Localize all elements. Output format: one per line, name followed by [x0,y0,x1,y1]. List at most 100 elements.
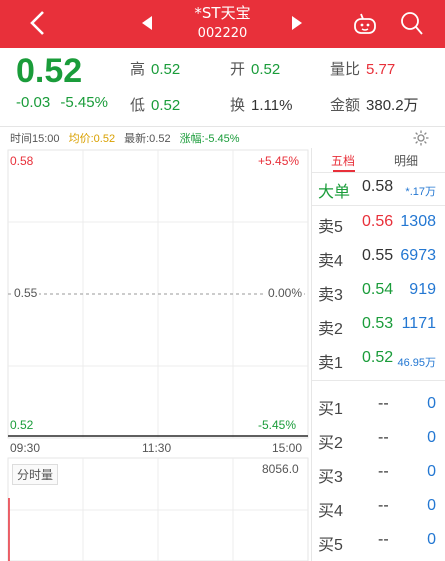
big-order-volume: *.17万 [405,186,436,198]
bid-row[interactable]: 买5 -- 0 [318,526,440,556]
bid-volume: 0 [427,395,436,412]
settings-gear-icon[interactable] [412,129,430,147]
bid-label: 买5 [318,537,343,554]
back-icon[interactable] [24,8,54,38]
bid-price: -- [378,429,389,446]
time-label-end: 15:00 [272,441,303,455]
bid-volume: 0 [427,429,436,446]
turnover-value: 1.11% [251,97,293,114]
bid-price: -- [378,497,389,514]
ask-volume: 1308 [400,213,436,230]
search-icon[interactable] [400,10,424,36]
volume-indicator-button[interactable]: 分时量 [12,464,59,485]
ask-label: 卖1 [318,355,343,372]
price-change: -0.03 -5.45% [16,94,108,111]
turnover-item: 换 1.11% [230,94,292,115]
top-bar: *ST天宝 002220 [0,0,445,48]
ask-row[interactable]: 卖2 0.53 1171 [318,310,440,340]
ask-label: 卖4 [318,253,343,270]
info-bar: 时间15:00 均价:0.52 最新:0.52 涨幅:-5.45% [10,130,246,146]
info-avg: 均价:0.52 [68,133,116,145]
pct-label-mid: 0.00% [266,286,305,300]
next-stock-icon[interactable] [290,14,304,32]
quote-divider [0,126,445,127]
info-latest: 最新:0.52 [124,133,171,145]
low-label: 低 [130,97,146,114]
pct-label-bottom: -5.45% [258,418,297,432]
prev-stock-icon[interactable] [140,14,154,32]
open-item: 开 0.52 [230,58,280,79]
ask-volume: 46.95万 [397,357,436,369]
ask-price: 0.52 [362,349,394,366]
big-order-divider [312,205,445,206]
change-percent: -5.45% [60,94,108,111]
low-item: 低 0.52 [130,94,180,115]
bid-label: 买1 [318,401,343,418]
ask-price: 0.53 [362,315,394,332]
low-value: 0.52 [151,97,181,114]
stock-code: 002220 [197,26,248,41]
bid-label: 买4 [318,503,343,520]
high-label: 高 [130,61,146,78]
time-label-start: 09:30 [10,441,41,455]
robot-icon[interactable] [352,12,378,36]
bid-volume: 0 [427,463,436,480]
stock-name: *ST天宝 [194,4,251,22]
big-order-label: 大单 [318,184,351,201]
ask-label: 卖5 [318,219,343,236]
ask-volume: 6973 [400,247,436,264]
time-label-mid: 11:30 [142,441,172,455]
high-item: 高 0.52 [130,58,180,79]
change-value: -0.03 [16,94,51,111]
info-time: 时间15:00 [10,133,60,145]
amount-item: 金额 380.2万 [330,94,419,115]
y-label-bottom: 0.52 [10,418,34,432]
bid-row[interactable]: 买2 -- 0 [318,424,440,454]
ask-volume: 919 [409,281,436,298]
panel-separator [311,148,312,561]
bid-label: 买2 [318,435,343,452]
amount-label: 金额 [330,97,361,114]
volume-ratio-item: 量比 5.77 [330,58,395,79]
y-label-mid: 0.55 [12,286,40,300]
turnover-label: 换 [230,97,246,114]
high-value: 0.52 [151,61,181,78]
bid-volume: 0 [427,497,436,514]
bid-row[interactable]: 买4 -- 0 [318,492,440,522]
ask-row[interactable]: 卖5 0.56 1308 [318,208,440,238]
bid-row[interactable]: 买3 -- 0 [318,458,440,488]
ask-label: 卖2 [318,321,343,338]
volume-ratio-label: 量比 [330,61,361,78]
ask-price: 0.56 [362,213,394,230]
order-book-tabs: 五档 明细 [312,148,445,172]
volume-ratio-value: 5.77 [366,61,396,78]
bid-row[interactable]: 买1 -- 0 [318,390,440,420]
bid-price: -- [378,531,389,548]
bid-price: -- [378,395,389,412]
ask-row[interactable]: 卖3 0.54 919 [318,276,440,306]
bid-label: 买3 [318,469,343,486]
ask-label: 卖3 [318,287,343,304]
open-value: 0.52 [251,61,281,78]
ask-volume: 1171 [401,315,436,332]
volume-max-label: 8056.0 [262,462,299,476]
quote-panel: 0.52 -0.03 -5.45% 高 0.52 开 0.52 量比 5.77 低 0.… [0,48,445,126]
ask-bid-divider [312,380,445,381]
ask-price: 0.55 [362,247,394,264]
ask-row[interactable]: 卖1 0.52 46.95万 [318,344,440,374]
bid-price: -- [378,463,389,480]
big-order-price: 0.58 [362,178,394,195]
big-order-row: 大单 0.58 *.17万 [318,173,440,203]
tab-detail[interactable]: 明细 [394,152,418,169]
amount-value: 380.2万 [366,97,419,114]
pct-label-top: +5.45% [258,154,300,168]
info-change: 涨幅:-5.45% [179,133,240,145]
tab-five-level[interactable]: 五档 [331,152,355,169]
intraday-chart[interactable]: 0.58 +5.45% 0.55 0.00% 0.52 -5.45% 09:30… [0,148,310,561]
last-price: 0.52 [16,52,83,90]
chart-canvas [7,149,309,561]
bid-volume: 0 [427,531,436,548]
ask-row[interactable]: 卖4 0.55 6973 [318,242,440,272]
y-label-top: 0.58 [10,154,34,168]
open-label: 开 [230,61,246,78]
